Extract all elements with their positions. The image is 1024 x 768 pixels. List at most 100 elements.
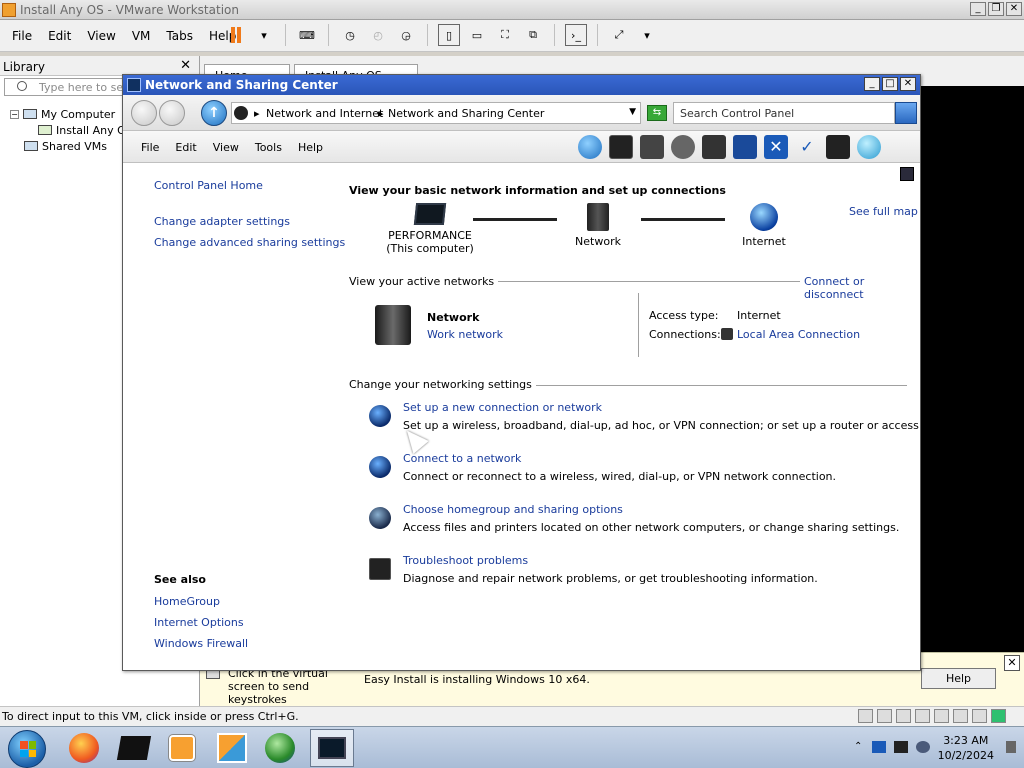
close-button[interactable]: ✕ [1006, 2, 1022, 16]
snapshot-manager-icon[interactable]: ◶ [395, 24, 417, 46]
network-type-link[interactable]: Work network [427, 328, 503, 341]
stretch-guest-icon[interactable]: ⤢ [608, 24, 630, 46]
connect-disconnect-link[interactable]: Connect or disconnect [800, 275, 920, 301]
control-panel-home-link[interactable]: Control Panel Home [154, 179, 345, 192]
console-view-icon[interactable]: ›_ [565, 24, 587, 46]
task-title-link[interactable]: Choose homegroup and sharing options [403, 503, 623, 516]
sound-icon[interactable] [953, 709, 968, 723]
breadcrumb-network-internet[interactable]: Network and Internet [266, 107, 383, 120]
map-internet[interactable]: Internet [729, 203, 799, 248]
device-icon[interactable] [826, 135, 850, 159]
copy-icon[interactable] [702, 135, 726, 159]
revert-snapshot-icon[interactable]: ◴ [367, 24, 389, 46]
message-log-icon[interactable] [991, 709, 1006, 723]
full-screen-icon[interactable]: ⛶ [494, 24, 516, 46]
menu-file[interactable]: File [4, 29, 40, 43]
map-network[interactable]: Network [563, 203, 633, 248]
restore-button[interactable]: ❐ [988, 2, 1004, 16]
check-icon[interactable]: ✓ [795, 135, 819, 159]
nsc-close-button[interactable]: ✕ [900, 77, 916, 91]
pause-icon[interactable] [225, 24, 247, 46]
delete-icon[interactable]: ✕ [764, 135, 788, 159]
show-hidden-icons-icon[interactable]: ⌃ [854, 741, 868, 753]
nsc-titlebar: Network and Sharing Center _ □ ✕ [123, 75, 920, 95]
tree-item-shared-vms[interactable]: Shared VMs [10, 138, 126, 154]
network-icon [127, 78, 141, 92]
menu-edit[interactable]: Edit [40, 29, 79, 43]
taskbar-app-black[interactable] [112, 729, 156, 767]
nsc-maximize-button[interactable]: □ [882, 77, 898, 91]
change-advanced-sharing-link[interactable]: Change advanced sharing settings [154, 236, 345, 249]
nsc-address-bar: ↑ ▸ Network and Internet ▸ Network and S… [123, 95, 920, 131]
nsc-menu-edit[interactable]: Edit [167, 141, 204, 154]
hard-disk-icon[interactable] [858, 709, 873, 723]
show-desktop-icon[interactable] [1006, 741, 1016, 753]
back-button[interactable] [131, 100, 157, 126]
nsc-window-controls: _ □ ✕ [864, 77, 916, 91]
search-button-icon[interactable] [895, 102, 917, 124]
taskbar-vmware[interactable] [210, 729, 254, 767]
nsc-menu-tools[interactable]: Tools [247, 141, 290, 154]
tree-item-install-any-os[interactable]: Install Any O [10, 122, 126, 138]
minimize-button[interactable]: _ [970, 2, 986, 16]
usb-icon[interactable] [972, 709, 987, 723]
homegroup-link[interactable]: HomeGroup [154, 595, 248, 608]
address-dropdown-icon[interactable]: ▼ [629, 107, 636, 117]
network-tray-icon[interactable] [872, 741, 886, 753]
thumbnail-bar-icon[interactable]: ▭ [466, 24, 488, 46]
nsc-menu-help[interactable]: Help [290, 141, 331, 154]
show-library-icon[interactable]: ▯ [438, 24, 460, 46]
up-button[interactable]: ↑ [201, 100, 227, 126]
start-button[interactable] [8, 730, 46, 768]
windows-firewall-link[interactable]: Windows Firewall [154, 637, 248, 650]
network-adapter-icon[interactable] [915, 709, 930, 723]
stretch-dropdown-icon[interactable]: ▾ [636, 24, 658, 46]
up-arrow-icon[interactable] [578, 135, 602, 159]
internet-options-link[interactable]: Internet Options [154, 616, 248, 629]
task-title-link[interactable]: Connect to a network [403, 452, 521, 465]
collapse-icon[interactable]: − [10, 109, 19, 119]
breadcrumb-nsc[interactable]: Network and Sharing Center [388, 107, 544, 120]
menu-tabs[interactable]: Tabs [158, 29, 201, 43]
snapshot-icon[interactable]: ◷ [339, 24, 361, 46]
nsc-menu-view[interactable]: View [205, 141, 247, 154]
globe-icon[interactable] [857, 135, 881, 159]
help-button[interactable]: Help [921, 668, 996, 689]
send-ctrl-alt-del-icon[interactable]: ⌨ [296, 24, 318, 46]
volume-icon[interactable] [916, 741, 930, 753]
properties-icon[interactable] [733, 135, 757, 159]
menu-view[interactable]: View [79, 29, 123, 43]
power-dropdown-icon[interactable]: ▾ [253, 24, 275, 46]
task-title-link[interactable]: Set up a new connection or network [403, 401, 602, 414]
monitor-icon[interactable] [609, 135, 633, 159]
see-full-map-link[interactable]: See full map [849, 205, 918, 218]
taskbar-media-player[interactable] [160, 729, 204, 767]
unity-icon[interactable]: ⧉ [522, 24, 544, 46]
nsc-minimize-button[interactable]: _ [864, 77, 880, 91]
tree-item-my-computer[interactable]: − My Computer [10, 106, 126, 122]
printer-icon[interactable] [934, 709, 949, 723]
refresh-icon[interactable]: ⇆ [647, 105, 667, 121]
clock[interactable]: 3:23 AM 10/2/2024 [938, 733, 994, 763]
menu-vm[interactable]: VM [124, 29, 159, 43]
cd-dvd-icon[interactable] [877, 709, 892, 723]
map-computer[interactable]: PERFORMANCE (This computer) [385, 203, 475, 255]
taskbar-firefox[interactable] [62, 729, 106, 767]
task-title-link[interactable]: Troubleshoot problems [403, 554, 528, 567]
address-box[interactable]: ▸ Network and Internet ▸ Network and Sha… [231, 102, 641, 124]
map-internet-label: Internet [742, 235, 786, 248]
display-tray-icon[interactable] [894, 741, 908, 753]
change-adapter-settings-link[interactable]: Change adapter settings [154, 215, 345, 228]
satellite-icon[interactable] [671, 135, 695, 159]
taskbar-network-app[interactable] [258, 729, 302, 767]
nsc-menu-file[interactable]: File [133, 141, 167, 154]
forward-button[interactable] [159, 100, 185, 126]
folder-options-icon[interactable] [640, 135, 664, 159]
library-close-icon[interactable]: ✕ [180, 58, 191, 73]
search-input[interactable]: Search Control Panel [673, 102, 895, 124]
page-title: View your basic network information and … [349, 184, 726, 197]
local-area-connection-link[interactable]: Local Area Connection [737, 328, 860, 341]
hint-close-icon[interactable]: ✕ [1004, 655, 1020, 671]
taskbar-nsc[interactable] [310, 729, 354, 767]
floppy-icon[interactable] [896, 709, 911, 723]
